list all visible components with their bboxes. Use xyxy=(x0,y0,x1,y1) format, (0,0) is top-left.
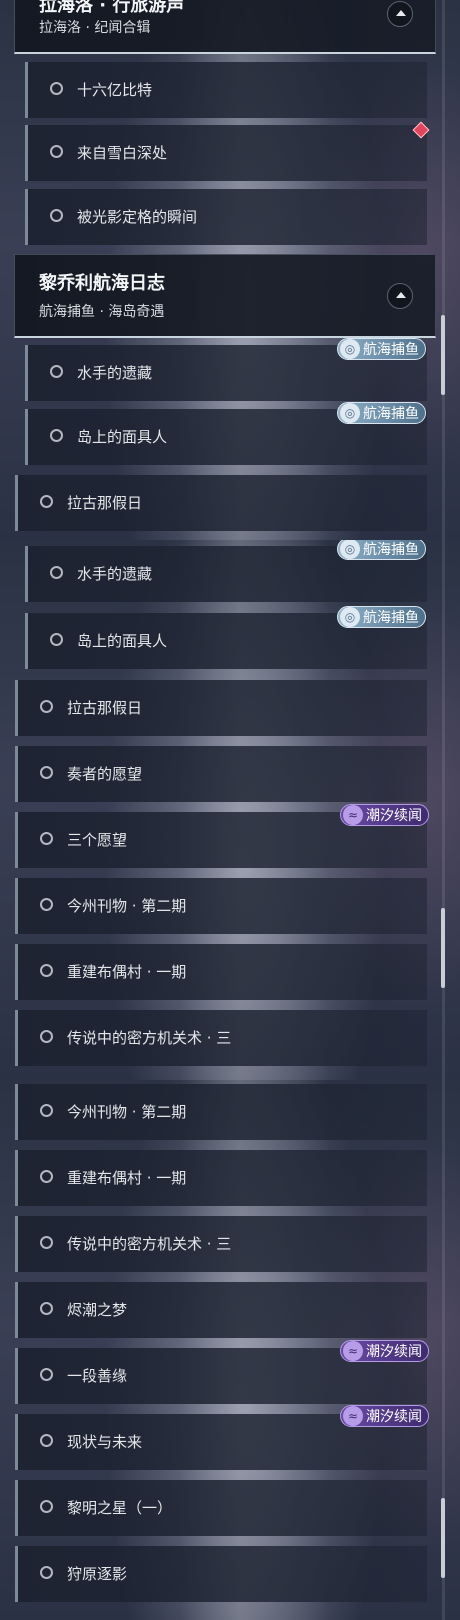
badge-label: 航海捕鱼 xyxy=(363,542,419,558)
status-circle-icon xyxy=(40,495,53,508)
status-circle-icon xyxy=(50,365,63,378)
quest-label: 被光影定格的瞬间 xyxy=(77,208,198,226)
status-circle-icon xyxy=(40,1236,53,1249)
status-circle-icon xyxy=(40,1368,53,1381)
fish-icon: ◎ xyxy=(340,607,360,627)
fish-icon: ◎ xyxy=(340,339,360,359)
quest-item[interactable]: 拉古那假日 xyxy=(15,680,427,736)
quest-item[interactable]: 被光影定格的瞬间 xyxy=(25,189,427,245)
quest-label: 黎明之星（一） xyxy=(67,1499,173,1517)
tide-badge: ≈ 潮汐续闻 xyxy=(340,804,429,826)
status-circle-icon xyxy=(40,700,53,713)
fishing-badge: ◎ 航海捕鱼 xyxy=(337,540,426,560)
group-subtitle: 拉海洛 · 纪闻合辑 xyxy=(39,20,151,36)
quest-label: 拉古那假日 xyxy=(67,699,143,717)
quest-item[interactable]: 十六亿比特 xyxy=(25,62,427,118)
quest-group-header-lahailuo[interactable]: 拉海洛 · 行旅游声 拉海洛 · 纪闻合辑 xyxy=(14,0,436,54)
quest-label: 来自雪白深处 xyxy=(77,144,168,162)
fish-icon: ◎ xyxy=(340,403,360,423)
quest-label: 岛上的面具人 xyxy=(77,632,168,650)
screenshot-panel-3: 今州刊物 · 第二期 重建布偶村 · 一期 传说中的密方机关术 · 三 烬潮之梦… xyxy=(0,1080,460,1620)
status-circle-icon xyxy=(40,1104,53,1117)
status-circle-icon xyxy=(50,209,63,222)
badge-label: 潮汐续闻 xyxy=(366,1344,422,1360)
quest-item[interactable]: 今州刊物 · 第二期 xyxy=(15,1084,427,1140)
status-circle-icon xyxy=(40,964,53,977)
fish-icon: ◎ xyxy=(340,540,360,559)
quest-label: 十六亿比特 xyxy=(77,81,153,99)
status-circle-icon xyxy=(40,1170,53,1183)
status-circle-icon xyxy=(40,898,53,911)
fishing-badge: ◎ 航海捕鱼 xyxy=(337,338,426,360)
group-title: 黎乔利航海日志 xyxy=(39,273,165,294)
quest-label: 重建布偶村 · 一期 xyxy=(67,963,187,981)
tide-badge: ≈ 潮汐续闻 xyxy=(340,1340,429,1362)
quest-label: 水手的遗藏 xyxy=(77,364,153,382)
badge-label: 航海捕鱼 xyxy=(363,610,419,626)
tide-badge: ≈ 潮汐续闻 xyxy=(340,1405,429,1427)
status-circle-icon xyxy=(40,1566,53,1579)
status-circle-icon xyxy=(50,429,63,442)
wave-icon: ≈ xyxy=(343,1341,363,1361)
quest-label: 烬潮之梦 xyxy=(67,1301,128,1319)
scrollbar-track[interactable] xyxy=(442,540,445,1080)
quest-item[interactable]: 狩原逐影 xyxy=(15,1546,427,1602)
quest-label: 今州刊物 · 第二期 xyxy=(67,897,187,915)
quest-item[interactable]: 奏者的愿望 xyxy=(15,746,427,802)
badge-label: 潮汐续闻 xyxy=(366,808,422,824)
quest-label: 狩原逐影 xyxy=(67,1565,128,1583)
scrollbar-thumb[interactable] xyxy=(441,908,445,988)
status-circle-icon xyxy=(40,1500,53,1513)
quest-item[interactable]: 拉古那假日 xyxy=(15,475,427,531)
quest-label: 奏者的愿望 xyxy=(67,765,143,783)
status-circle-icon xyxy=(40,832,53,845)
quest-item[interactable]: 来自雪白深处 xyxy=(25,125,427,181)
badge-label: 潮汐续闻 xyxy=(366,1409,422,1425)
quest-label: 岛上的面具人 xyxy=(77,428,168,446)
quest-group-header-liqiaoli[interactable]: 黎乔利航海日志 航海捕鱼 · 海岛奇遇 xyxy=(14,254,436,338)
scrollbar-thumb[interactable] xyxy=(441,1498,445,1578)
quest-item[interactable]: 传说中的密方机关术 · 三 xyxy=(15,1010,427,1066)
collapse-chevron-icon[interactable] xyxy=(387,283,413,309)
scrollbar-thumb[interactable] xyxy=(441,315,445,395)
quest-item[interactable]: 黎明之星（一） xyxy=(15,1480,427,1536)
quest-label: 重建布偶村 · 一期 xyxy=(67,1169,187,1187)
quest-item[interactable]: 今州刊物 · 第二期 xyxy=(15,878,427,934)
wave-icon: ≈ xyxy=(343,1406,363,1426)
status-circle-icon xyxy=(40,1030,53,1043)
status-circle-icon xyxy=(40,1434,53,1447)
status-circle-icon xyxy=(50,566,63,579)
status-circle-icon xyxy=(50,633,63,646)
quest-label: 水手的遗藏 xyxy=(77,565,153,583)
status-circle-icon xyxy=(50,145,63,158)
wave-icon: ≈ xyxy=(343,805,363,825)
quest-item[interactable]: 重建布偶村 · 一期 xyxy=(15,1150,427,1206)
quest-label: 三个愿望 xyxy=(67,831,128,849)
screenshot-panel-1: 拉海洛 · 行旅游声 拉海洛 · 纪闻合辑 十六亿比特 来自雪白深处 被光影定格… xyxy=(0,0,460,540)
quest-label: 拉古那假日 xyxy=(67,494,143,512)
group-title: 拉海洛 · 行旅游声 xyxy=(39,0,185,16)
scrollbar-track[interactable] xyxy=(442,0,445,540)
status-circle-icon xyxy=(40,1302,53,1315)
quest-label: 传说中的密方机关术 · 三 xyxy=(67,1235,232,1253)
group-subtitle: 航海捕鱼 · 海岛奇遇 xyxy=(39,304,165,320)
quest-label: 今州刊物 · 第二期 xyxy=(67,1103,187,1121)
screenshot-panel-2: 水手的遗藏 ◎ 航海捕鱼 岛上的面具人 ◎ 航海捕鱼 拉古那假日 奏者的愿望 三… xyxy=(0,540,460,1080)
quest-item[interactable]: 烬潮之梦 xyxy=(15,1282,427,1338)
status-circle-icon xyxy=(40,766,53,779)
quest-label: 传说中的密方机关术 · 三 xyxy=(67,1029,232,1047)
quest-label: 现状与未来 xyxy=(67,1433,143,1451)
quest-label: 一段善缘 xyxy=(67,1367,128,1385)
badge-label: 航海捕鱼 xyxy=(363,342,419,358)
badge-label: 航海捕鱼 xyxy=(363,406,419,422)
quest-item[interactable]: 重建布偶村 · 一期 xyxy=(15,944,427,1000)
quest-item[interactable]: 传说中的密方机关术 · 三 xyxy=(15,1216,427,1272)
fishing-badge: ◎ 航海捕鱼 xyxy=(337,402,426,424)
collapse-chevron-icon[interactable] xyxy=(387,1,413,27)
fishing-badge: ◎ 航海捕鱼 xyxy=(337,606,426,628)
status-circle-icon xyxy=(50,82,63,95)
